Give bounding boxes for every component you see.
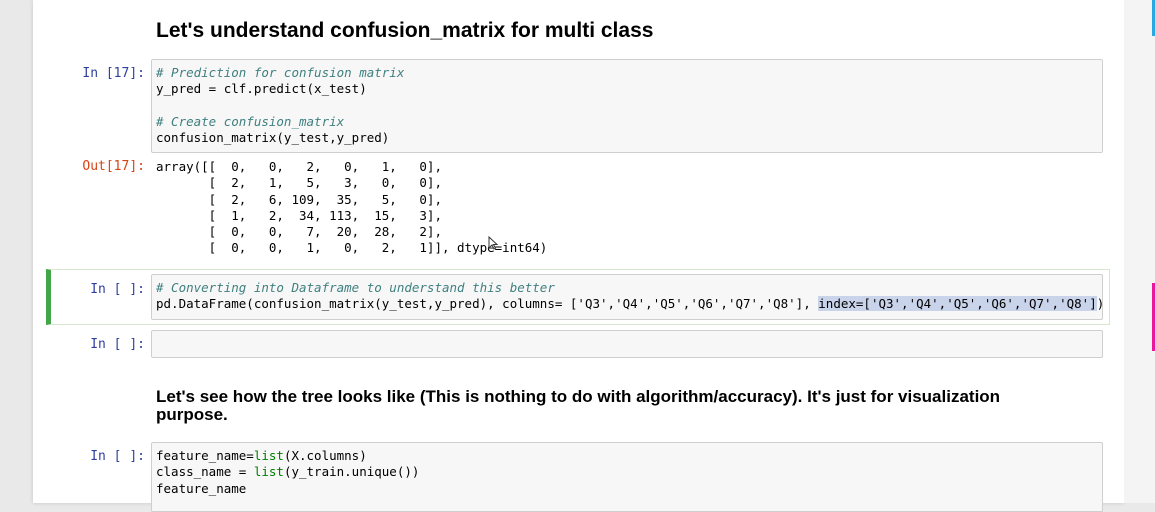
code-cell-dataframe[interactable]: # Converting into Dataframe to understan… [151, 274, 1105, 320]
output-row: [ 1, 2, 34, 113, 15, 3], [156, 207, 442, 223]
code-comment: # Converting into Dataframe to understan… [156, 280, 555, 295]
cell-prompt-in-empty: In [ ]: [90, 337, 145, 352]
markdown-heading-tree: Let's see how the tree looks like (This … [156, 387, 1001, 424]
output-row: [ 0, 0, 7, 20, 28, 2], [156, 224, 442, 240]
cell-prompt-in-17: In [17]: [82, 66, 145, 81]
code-builtin: list [253, 448, 284, 463]
code-comment: # Create confusion_matrix [156, 113, 345, 129]
text-cursor-icon [488, 236, 498, 250]
code-line-part: pd.DataFrame(confusion_matrix(y_test,y_p… [156, 296, 819, 312]
code-token: class_name = [156, 464, 254, 480]
cell-prompt-in-empty: In [ ]: [90, 449, 145, 464]
highlighted-selection: index=['Q3','Q4','Q5','Q6','Q7','Q8'] [818, 296, 1097, 312]
code-line: y_pred = clf.predict(x_test) [156, 81, 367, 97]
code-builtin: list [253, 464, 284, 480]
code-comment: # Prediction for confusion matrix [156, 65, 405, 80]
code-token: (y_train.unique()) [283, 464, 420, 480]
code-block-tree[interactable]: feature_name=list(X.columns) class_name … [152, 443, 1102, 502]
right-scroll-edge[interactable] [1124, 0, 1155, 503]
markdown-heading-confusion-matrix: Let's understand confusion_matrix for mu… [156, 19, 654, 42]
code-cell-empty[interactable] [151, 330, 1103, 358]
code-token: feature_name= [156, 448, 254, 463]
code-cell-tree[interactable]: feature_name=list(X.columns) class_name … [151, 442, 1103, 512]
code-block-dataframe[interactable]: # Converting into Dataframe to understan… [152, 275, 1105, 318]
code-block-17[interactable]: # Prediction for confusion matrix y_pred… [152, 60, 1102, 151]
cell-prompt-out-17: Out[17]: [82, 159, 145, 174]
code-line: feature_name [156, 480, 247, 496]
code-cell-17[interactable]: # Prediction for confusion matrix y_pred… [151, 59, 1103, 153]
output-row: [ 2, 1, 5, 3, 0, 0], [156, 175, 442, 191]
output-row: array([[ 0, 0, 2, 0, 1, 0], [156, 159, 442, 174]
code-line-part: ) [1096, 296, 1105, 312]
output-row: [ 2, 6, 109, 35, 5, 0], [156, 191, 442, 207]
cell-prompt-in-empty: In [ ]: [90, 282, 145, 297]
code-line: confusion_matrix(y_test,y_pred) [156, 130, 390, 146]
code-token: (X.columns) [283, 448, 367, 463]
